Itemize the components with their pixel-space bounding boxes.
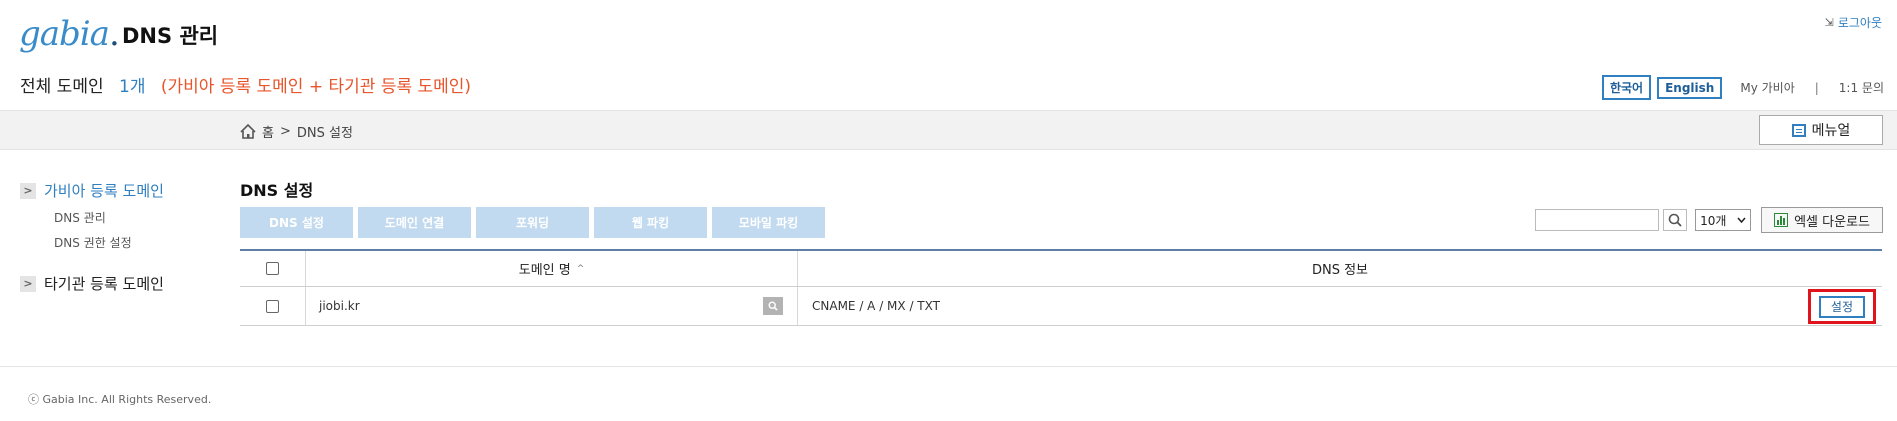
- domain-name: jiobi.kr: [319, 299, 360, 313]
- table-tools: 10개 엑셀 다운로드: [1535, 207, 1883, 233]
- settings-button[interactable]: 설정: [1818, 295, 1865, 318]
- sidebar-group-label: 타기관 등록 도메인: [44, 275, 164, 293]
- logout-link[interactable]: ⇲ 로그아웃: [1825, 14, 1882, 31]
- tab-forwarding[interactable]: 포워딩: [476, 207, 589, 238]
- tab-bar: DNS 설정 도메인 연결 포워딩 웹 파킹 모바일 파킹: [240, 207, 825, 238]
- footer-divider: [0, 366, 1897, 367]
- sidebar-group-other[interactable]: > 타기관 등록 도메인: [20, 273, 220, 294]
- excel-download-button[interactable]: 엑셀 다운로드: [1761, 207, 1883, 233]
- logout-icon: ⇲: [1824, 16, 1834, 29]
- my-gabia-link[interactable]: My 가비아: [1740, 79, 1794, 96]
- row-domain-cell: jiobi.kr: [306, 287, 798, 325]
- chevron-down-icon: [1737, 217, 1746, 223]
- link-separator: |: [1814, 80, 1819, 95]
- search-button[interactable]: [1663, 209, 1688, 231]
- header-domain-cell[interactable]: 도메인 명 ^: [306, 251, 798, 286]
- inquiry-link[interactable]: 1:1 문의: [1839, 79, 1884, 96]
- chevron-right-icon: >: [20, 182, 36, 199]
- search-icon: [1668, 213, 1682, 227]
- select-all-checkbox[interactable]: [266, 262, 279, 275]
- sidebar-item-dns-manage[interactable]: DNS 관리: [54, 209, 220, 226]
- breadcrumb: 홈 > DNS 설정: [240, 122, 353, 141]
- header-check-cell: [240, 251, 306, 286]
- sidebar: > 가비아 등록 도메인 DNS 관리 DNS 권한 설정 > 타기관 등록 도…: [20, 180, 220, 294]
- search-input[interactable]: [1535, 209, 1660, 231]
- tab-domain-connect[interactable]: 도메인 연결: [358, 207, 471, 238]
- breadcrumb-home[interactable]: 홈: [262, 122, 274, 141]
- table-header-row: 도메인 명 ^ DNS 정보: [240, 251, 1882, 287]
- row-dns-cell: CNAME / A / MX / TXT 설정: [798, 287, 1882, 325]
- sidebar-group-label: 가비아 등록 도메인: [44, 182, 164, 200]
- app-title: DNS 관리: [122, 24, 219, 48]
- sidebar-group-gabia[interactable]: > 가비아 등록 도메인: [20, 180, 220, 201]
- manual-icon: [1791, 123, 1806, 137]
- logo-text: gabia: [19, 14, 110, 54]
- domain-table: 도메인 명 ^ DNS 정보 jiobi.kr CNAME / A / MX /…: [240, 249, 1882, 326]
- lang-english-button[interactable]: English: [1657, 76, 1723, 99]
- table-row: jiobi.kr CNAME / A / MX / TXT 설정: [240, 287, 1882, 326]
- home-icon[interactable]: [240, 124, 256, 139]
- page-title: DNS 설정: [240, 181, 314, 200]
- per-page-value: 10개: [1700, 213, 1727, 228]
- logout-label: 로그아웃: [1837, 16, 1882, 30]
- header-dns-label: DNS 정보: [1311, 263, 1369, 278]
- row-checkbox[interactable]: [266, 299, 279, 313]
- row-check-cell: [240, 287, 306, 325]
- breadcrumb-bar: 홈 > DNS 설정 메뉴얼: [0, 110, 1897, 150]
- gabia-logo[interactable]: gabia.: [19, 14, 120, 54]
- breadcrumb-current: DNS 설정: [296, 126, 353, 141]
- manual-label: 메뉴얼: [1811, 123, 1851, 139]
- highlight-box: 설정: [1807, 288, 1876, 324]
- top-links: 한국어 English My 가비아 | 1:1 문의: [1601, 75, 1884, 100]
- breadcrumb-arrow: >: [279, 124, 291, 139]
- header-domain-label: 도메인 명: [518, 263, 571, 278]
- magnifier-icon: [768, 301, 778, 311]
- per-page-select[interactable]: 10개: [1695, 209, 1752, 231]
- summary-detail: (가비아 등록 도메인 + 타기관 등록 도메인): [160, 77, 472, 97]
- excel-icon: [1774, 213, 1789, 227]
- summary-label: 전체 도메인: [20, 77, 104, 97]
- footer-copyright: ⓒ Gabia Inc. All Rights Reserved.: [28, 393, 212, 406]
- tab-mobile-parking[interactable]: 모바일 파킹: [712, 207, 825, 238]
- chevron-right-icon: >: [20, 275, 36, 292]
- tab-dns-settings[interactable]: DNS 설정: [240, 207, 353, 238]
- domain-count: 1개: [119, 77, 146, 97]
- header-dns-cell: DNS 정보: [798, 251, 1882, 286]
- lang-korean-button[interactable]: 한국어: [1601, 75, 1652, 100]
- sort-asc-icon[interactable]: ^: [577, 264, 585, 274]
- domain-search-button[interactable]: [763, 297, 783, 315]
- logo-dot: .: [108, 14, 120, 54]
- manual-button[interactable]: 메뉴얼: [1759, 115, 1883, 145]
- sidebar-item-dns-permission[interactable]: DNS 권한 설정: [54, 234, 220, 251]
- domain-summary: 전체 도메인 1개 (가비아 등록 도메인 + 타기관 등록 도메인): [20, 72, 471, 97]
- dns-records: CNAME / A / MX / TXT: [812, 299, 940, 313]
- excel-download-label: 엑셀 다운로드: [1794, 214, 1870, 230]
- tab-web-parking[interactable]: 웹 파킹: [594, 207, 707, 238]
